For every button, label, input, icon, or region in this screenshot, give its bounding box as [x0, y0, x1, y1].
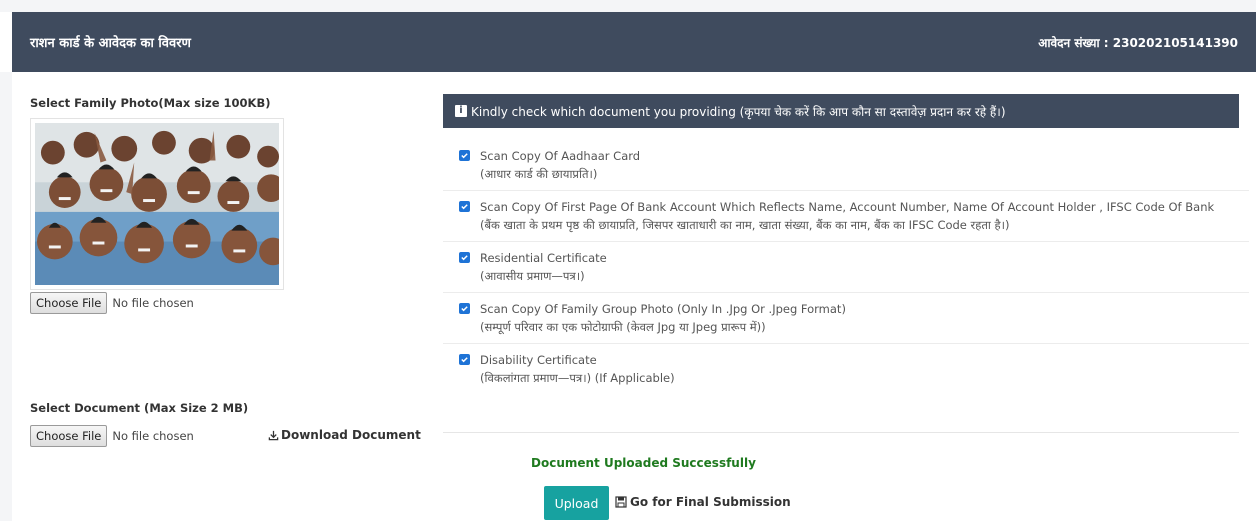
download-document-link[interactable]: Download Document	[268, 428, 421, 442]
check-icon	[461, 204, 468, 210]
page-title: राशन कार्ड के आवेदक का विवरण	[30, 36, 191, 51]
document-label: Select Document (Max Size 2 MB)	[30, 401, 249, 415]
photo-no-file-text: No file chosen	[112, 296, 194, 310]
left-frame	[0, 72, 12, 521]
application-number: आवेदन संख्या : 230202105141390	[1038, 35, 1238, 50]
doc-item-label: Residential Certificate	[480, 251, 607, 265]
aadhaar-checkbox[interactable]	[459, 150, 470, 161]
document-checklist: Scan Copy Of Aadhaar Card (आधार कार्ड की…	[443, 140, 1249, 394]
doc-item-sub: (बैंक खाता के प्रथम पृष्ठ की छायाप्रति, …	[480, 218, 1010, 232]
doc-item-bank: Scan Copy Of First Page Of Bank Account …	[443, 191, 1249, 242]
final-submission-label: Go for Final Submission	[630, 495, 791, 509]
upload-success-message: Document Uploaded Successfully	[531, 456, 756, 470]
family-photo-label: Select Family Photo(Max size 100KB)	[30, 96, 271, 110]
disability-checkbox[interactable]	[459, 354, 470, 365]
download-document-label: Download Document	[281, 428, 421, 442]
doc-item-sub: (विकलांगता प्रमाण—पत्र।) (If Applicable)	[480, 371, 675, 385]
family-photo	[30, 118, 284, 290]
doc-item-sub: (आधार कार्ड की छायाप्रति।)	[480, 167, 598, 181]
residential-checkbox[interactable]	[459, 252, 470, 263]
document-panel-heading: i Kindly check which document you provid…	[443, 94, 1239, 128]
document-no-file-text: No file chosen	[112, 429, 194, 443]
bank-checkbox[interactable]	[459, 201, 470, 212]
doc-item-family-photo: Scan Copy Of Family Group Photo (Only In…	[443, 293, 1249, 344]
check-icon	[461, 306, 468, 312]
doc-item-sub: (आवासीय प्रमाण—पत्र।)	[480, 269, 585, 283]
top-strip	[0, 0, 1256, 12]
download-icon	[268, 430, 279, 440]
doc-item-label: Scan Copy Of Aadhaar Card	[480, 149, 641, 163]
document-panel-heading-text: Kindly check which document you providin…	[471, 104, 1006, 119]
doc-item-residential: Residential Certificate (आवासीय प्रमाण—प…	[443, 242, 1249, 293]
family-photo-image	[35, 123, 279, 285]
document-choose-file-button[interactable]: Choose File	[30, 425, 108, 447]
doc-item-sub: (सम्पूर्ण परिवार का एक फोटोग्राफी (केवल …	[480, 320, 766, 334]
save-icon	[615, 496, 627, 508]
doc-item-label: Scan Copy Of First Page Of Bank Account …	[480, 200, 1215, 214]
final-submission-link[interactable]: Go for Final Submission	[615, 495, 791, 509]
doc-item-label: Scan Copy Of Family Group Photo (Only In…	[480, 302, 846, 316]
check-icon	[461, 255, 468, 261]
section-divider	[443, 432, 1239, 433]
upload-button[interactable]: Upload	[544, 486, 609, 520]
family-photo-checkbox[interactable]	[459, 303, 470, 314]
doc-item-label: Disability Certificate	[480, 353, 597, 367]
doc-item-aadhaar: Scan Copy Of Aadhaar Card (आधार कार्ड की…	[443, 140, 1249, 191]
info-icon: i	[455, 105, 467, 117]
document-file-row: Choose File No file chosen	[30, 425, 194, 447]
page-header: राशन कार्ड के आवेदक का विवरण आवेदन संख्य…	[12, 12, 1256, 72]
photo-choose-file-button[interactable]: Choose File	[30, 292, 108, 314]
photo-file-row: Choose File No file chosen	[30, 292, 194, 314]
check-icon	[461, 153, 468, 159]
check-icon	[461, 357, 468, 363]
doc-item-disability: Disability Certificate (विकलांगता प्रमाण…	[443, 344, 1249, 394]
